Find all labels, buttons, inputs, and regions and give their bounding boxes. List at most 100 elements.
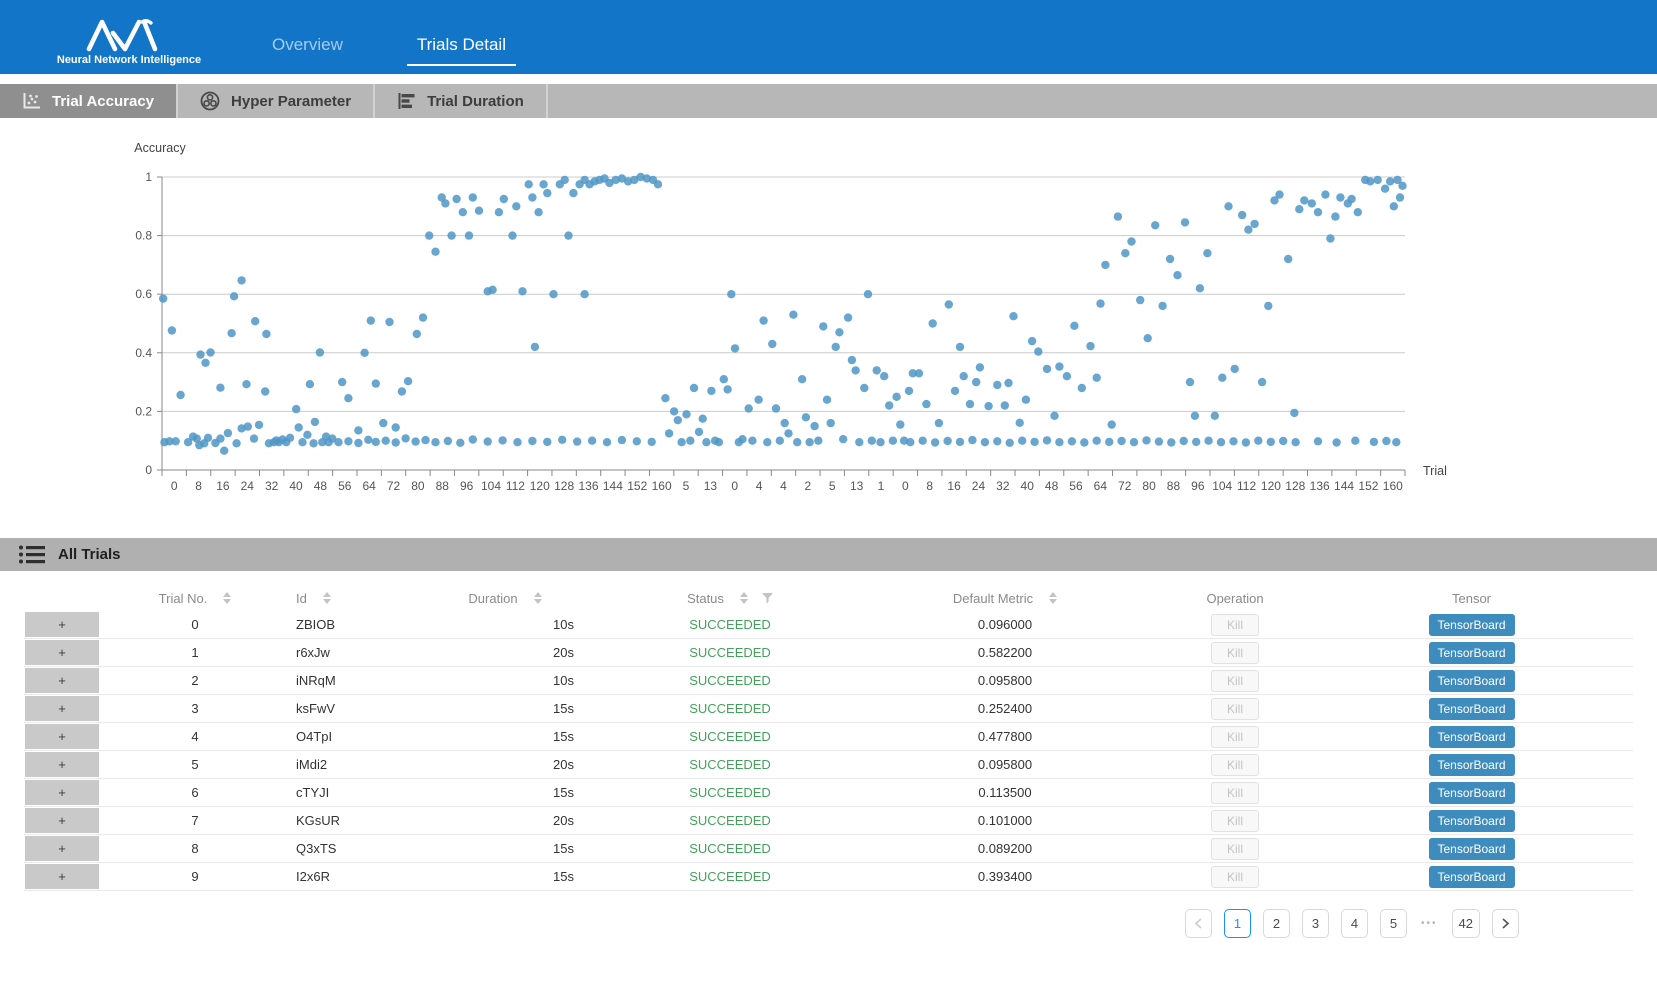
kill-button[interactable]: Kill xyxy=(1211,670,1259,692)
expand-row-button[interactable]: + xyxy=(24,807,100,834)
scatter-point xyxy=(1244,226,1252,234)
scatter-point xyxy=(1332,438,1340,446)
col-header-id[interactable]: Id xyxy=(290,585,400,611)
scatter-point xyxy=(495,208,503,216)
scatter-point xyxy=(1314,208,1322,216)
cell-duration: 15s xyxy=(400,723,610,750)
scatter-point xyxy=(1068,437,1076,445)
x-tick-label: 16 xyxy=(216,479,230,493)
scatter-point xyxy=(956,343,964,351)
kill-button[interactable]: Kill xyxy=(1211,838,1259,860)
scatter-point xyxy=(919,437,927,445)
x-tick-label: 0 xyxy=(171,479,178,493)
scatter-point xyxy=(823,396,831,404)
cell-trial-no: 1 xyxy=(100,639,290,666)
table-row: +5iMdi220sSUCCEEDED0.095800KillTensorBoa… xyxy=(24,751,1633,779)
page-button-5[interactable]: 5 xyxy=(1380,909,1407,938)
prev-page-button[interactable] xyxy=(1185,909,1212,938)
scatter-point xyxy=(392,438,400,446)
nav-tab-overview[interactable]: Overview xyxy=(272,35,343,66)
page-button-1[interactable]: 1 xyxy=(1224,909,1251,938)
page-button-2[interactable]: 2 xyxy=(1263,909,1290,938)
page-button-4[interactable]: 4 xyxy=(1341,909,1368,938)
expand-row-button[interactable]: + xyxy=(24,667,100,694)
scatter-point xyxy=(1063,372,1071,380)
expand-row-button[interactable]: + xyxy=(24,723,100,750)
tab-hyper-parameter[interactable]: Hyper Parameter xyxy=(178,84,375,118)
tab-trial-duration[interactable]: Trial Duration xyxy=(375,84,548,118)
scatter-point xyxy=(1284,255,1292,263)
scatter-point xyxy=(558,436,566,444)
kill-button[interactable]: Kill xyxy=(1211,698,1259,720)
scatter-point xyxy=(699,415,707,423)
tab-trial-accuracy[interactable]: Trial Accuracy xyxy=(0,84,178,118)
sort-icon xyxy=(1049,592,1057,604)
expand-row-button[interactable]: + xyxy=(24,835,100,862)
tensorboard-button[interactable]: TensorBoard xyxy=(1429,642,1515,664)
tensorboard-button[interactable]: TensorBoard xyxy=(1429,614,1515,636)
expand-row-button[interactable]: + xyxy=(24,779,100,806)
scatter-point xyxy=(1351,437,1359,445)
scatter-point xyxy=(727,290,735,298)
page-button-42[interactable]: 42 xyxy=(1452,909,1480,938)
scatter-point xyxy=(1254,437,1262,445)
col-header-duration[interactable]: Duration xyxy=(400,585,610,611)
col-header-tensor: Tensor xyxy=(1310,585,1633,611)
scatter-point xyxy=(915,369,923,377)
scatter-point xyxy=(338,378,346,386)
scatter-point xyxy=(781,419,789,427)
expand-row-button[interactable]: + xyxy=(24,639,100,666)
scatter-point xyxy=(1218,374,1226,382)
tensorboard-button[interactable]: TensorBoard xyxy=(1429,866,1515,888)
scatter-point xyxy=(250,434,258,442)
tensorboard-button[interactable]: TensorBoard xyxy=(1429,782,1515,804)
kill-button[interactable]: Kill xyxy=(1211,726,1259,748)
expand-row-button[interactable]: + xyxy=(24,611,100,638)
page-ellipsis[interactable]: ••• xyxy=(1419,918,1440,929)
nav-tab-trials-detail[interactable]: Trials Detail xyxy=(407,35,516,66)
kill-button[interactable]: Kill xyxy=(1211,810,1259,832)
expand-row-button[interactable]: + xyxy=(24,863,100,890)
kill-button[interactable]: Kill xyxy=(1211,642,1259,664)
scatter-point xyxy=(981,438,989,446)
section-title: All Trials xyxy=(58,546,121,563)
kill-button[interactable]: Kill xyxy=(1211,614,1259,636)
cell-default-metric: 0.096000 xyxy=(850,611,1160,638)
cell-operation: Kill xyxy=(1160,779,1310,806)
scatter-point xyxy=(500,195,508,203)
x-tick-label: 24 xyxy=(972,479,986,493)
scatter-point xyxy=(344,394,352,402)
tensorboard-button[interactable]: TensorBoard xyxy=(1429,726,1515,748)
scatter-point xyxy=(868,437,876,445)
scatter-point xyxy=(525,180,533,188)
scatter-point xyxy=(1180,437,1188,445)
cell-id: O4TpI xyxy=(290,723,400,750)
cell-id: iMdi2 xyxy=(290,751,400,778)
page-button-3[interactable]: 3 xyxy=(1302,909,1329,938)
col-header-trial-no[interactable]: Trial No. xyxy=(100,585,290,611)
x-tick-label: 88 xyxy=(436,479,450,493)
tensorboard-button[interactable]: TensorBoard xyxy=(1429,838,1515,860)
x-tick-label: 136 xyxy=(1310,479,1330,493)
cell-duration: 20s xyxy=(400,639,610,666)
tensorboard-button[interactable]: TensorBoard xyxy=(1429,754,1515,776)
kill-button[interactable]: Kill xyxy=(1211,782,1259,804)
scatter-point xyxy=(220,447,228,455)
cell-default-metric: 0.113500 xyxy=(850,779,1160,806)
expand-row-button[interactable]: + xyxy=(24,751,100,778)
scatter-point xyxy=(379,419,387,427)
kill-button[interactable]: Kill xyxy=(1211,866,1259,888)
col-header-status[interactable]: Status xyxy=(610,585,850,611)
x-tick-label: 5 xyxy=(829,479,836,493)
kill-button[interactable]: Kill xyxy=(1211,754,1259,776)
tensorboard-button[interactable]: TensorBoard xyxy=(1429,698,1515,720)
next-page-button[interactable] xyxy=(1492,909,1519,938)
scatter-point xyxy=(401,434,409,442)
tensorboard-button[interactable]: TensorBoard xyxy=(1429,670,1515,692)
col-header-default-metric[interactable]: Default Metric xyxy=(850,585,1160,611)
scatter-point xyxy=(475,207,483,215)
filter-icon[interactable] xyxy=(762,593,773,604)
tensorboard-button[interactable]: TensorBoard xyxy=(1429,810,1515,832)
expand-row-button[interactable]: + xyxy=(24,695,100,722)
scatter-point xyxy=(251,317,259,325)
